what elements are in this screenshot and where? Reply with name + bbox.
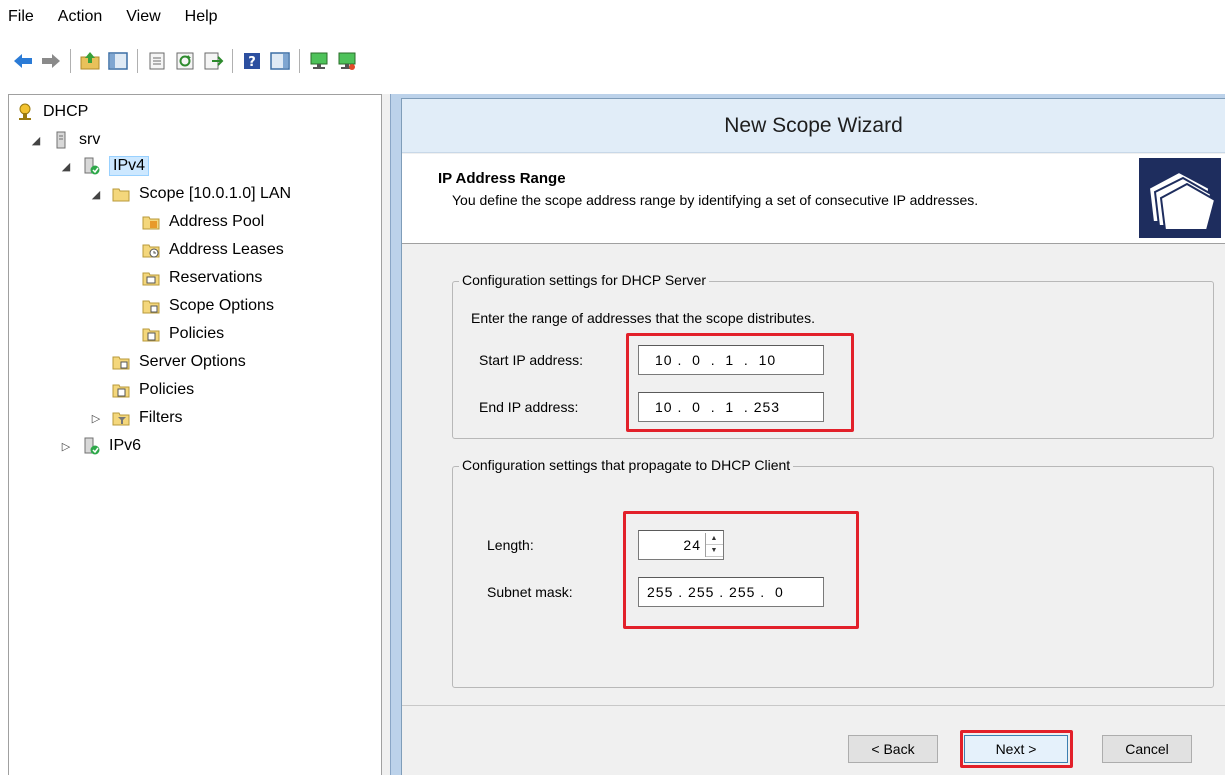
- end-ip-label: End IP address:: [479, 399, 579, 415]
- expand-collapse-icon[interactable]: ◢: [59, 160, 73, 173]
- page-title: IP Address Range: [438, 170, 566, 187]
- ipv6-server-icon: [81, 436, 101, 456]
- highlight-ip-range: [626, 333, 854, 432]
- show-hide-action-pane-icon[interactable]: [269, 50, 291, 72]
- tree-label: Scope Options: [169, 297, 274, 314]
- tree-item-policies[interactable]: Policies: [111, 377, 194, 403]
- server-options-icon: [111, 352, 131, 372]
- group-legend: Configuration settings for DHCP Server: [459, 272, 710, 288]
- tree-label: Address Leases: [169, 241, 284, 258]
- tree-label: IPv6: [109, 437, 142, 454]
- toolbar-separator: [70, 49, 71, 73]
- dhcp-icon: [15, 102, 35, 122]
- subnet-mask-label: Subnet mask:: [487, 584, 573, 600]
- pane-splitter[interactable]: [382, 94, 390, 775]
- tree-label: Filters: [139, 409, 183, 426]
- tree-item-address-pool[interactable]: Address Pool: [141, 209, 264, 235]
- tree-item-address-leases[interactable]: Address Leases: [141, 237, 284, 263]
- footer-separator: [402, 705, 1225, 706]
- reservations-icon: [141, 268, 161, 288]
- tree-item-filters[interactable]: ▷ Filters: [89, 405, 183, 431]
- expand-collapse-icon[interactable]: ▷: [59, 440, 73, 453]
- new-scope-wizard-dialog: New Scope Wizard IP Address Range You de…: [390, 94, 1225, 775]
- tree-label: Reservations: [169, 269, 263, 286]
- expand-collapse-icon[interactable]: ◢: [89, 188, 103, 201]
- start-ip-label: Start IP address:: [479, 352, 584, 368]
- tree-item-ipv6[interactable]: ▷ IPv6: [59, 433, 141, 459]
- toolbar-separator: [137, 49, 138, 73]
- tree-item-scope-options[interactable]: Scope Options: [141, 293, 274, 319]
- tree-label: Address Pool: [169, 213, 265, 230]
- menu-bar: File Action View Help: [0, 0, 1225, 34]
- tree-item-srv[interactable]: ◢ srv: [29, 127, 100, 153]
- back-button[interactable]: < Back: [848, 735, 938, 763]
- wizard-title: New Scope Wizard: [402, 99, 1225, 153]
- menu-view[interactable]: View: [126, 8, 160, 26]
- console-tree: DHCP ◢ srv ◢ IPv4 ◢ Scope [10.0.1.0] LAN…: [8, 94, 382, 775]
- group-legend: Configuration settings that propagate to…: [459, 457, 794, 473]
- tree-item-dhcp[interactable]: DHCP: [15, 99, 88, 125]
- help-icon[interactable]: ?: [241, 50, 263, 72]
- wizard-header: IP Address Range You define the scope ad…: [402, 154, 1225, 244]
- tree-item-scope[interactable]: ◢ Scope [10.0.1.0] LAN: [89, 181, 291, 207]
- policies-icon: [141, 324, 161, 344]
- cancel-button[interactable]: Cancel: [1102, 735, 1192, 763]
- policies-icon: [111, 380, 131, 400]
- wizard-body: New Scope Wizard IP Address Range You de…: [401, 98, 1225, 775]
- show-hide-console-tree-icon[interactable]: [107, 50, 129, 72]
- wizard-folders-icon: [1139, 158, 1221, 238]
- highlight-next-button: [960, 730, 1073, 768]
- tree-label: Policies: [139, 381, 195, 398]
- properties-icon[interactable]: [146, 50, 168, 72]
- address-leases-icon: [141, 240, 161, 260]
- toolbar: ?: [0, 42, 1225, 80]
- tree-item-server-options[interactable]: Server Options: [111, 349, 246, 375]
- tree-label: Policies: [169, 325, 225, 342]
- expand-collapse-icon[interactable]: ▷: [89, 412, 103, 425]
- filter-icon: [111, 408, 131, 428]
- menu-action[interactable]: Action: [58, 8, 102, 26]
- computer-network-icon[interactable]: [336, 50, 358, 72]
- refresh-icon[interactable]: [174, 50, 196, 72]
- tree-label: srv: [79, 131, 101, 148]
- page-description: You define the scope address range by id…: [452, 192, 979, 208]
- computer-icon[interactable]: [308, 50, 330, 72]
- length-label: Length:: [487, 537, 534, 553]
- tree-label: IPv4: [109, 156, 150, 176]
- menu-file[interactable]: File: [8, 8, 34, 26]
- server-icon: [51, 130, 71, 150]
- svg-text:?: ?: [248, 55, 256, 70]
- scope-options-icon: [141, 296, 161, 316]
- export-list-icon[interactable]: [202, 50, 224, 72]
- tree-label: Server Options: [139, 353, 246, 370]
- highlight-client-settings: [623, 511, 859, 629]
- up-folder-icon[interactable]: [79, 50, 101, 72]
- tree-item-reservations[interactable]: Reservations: [141, 265, 262, 291]
- back-arrow-icon[interactable]: [12, 50, 34, 72]
- ipv4-server-icon: [81, 156, 101, 176]
- forward-arrow-icon[interactable]: [40, 50, 62, 72]
- expand-collapse-icon[interactable]: ◢: [29, 134, 43, 147]
- tree-label: DHCP: [43, 103, 89, 120]
- folder-icon: [111, 184, 131, 204]
- toolbar-separator: [232, 49, 233, 73]
- range-instruction: Enter the range of addresses that the sc…: [471, 310, 815, 326]
- tree-label: Scope [10.0.1.0] LAN: [139, 185, 292, 202]
- toolbar-separator: [299, 49, 300, 73]
- menu-help[interactable]: Help: [185, 8, 218, 26]
- address-pool-icon: [141, 212, 161, 232]
- tree-item-ipv4[interactable]: ◢ IPv4: [59, 153, 150, 179]
- tree-item-scope-policies[interactable]: Policies: [141, 321, 224, 347]
